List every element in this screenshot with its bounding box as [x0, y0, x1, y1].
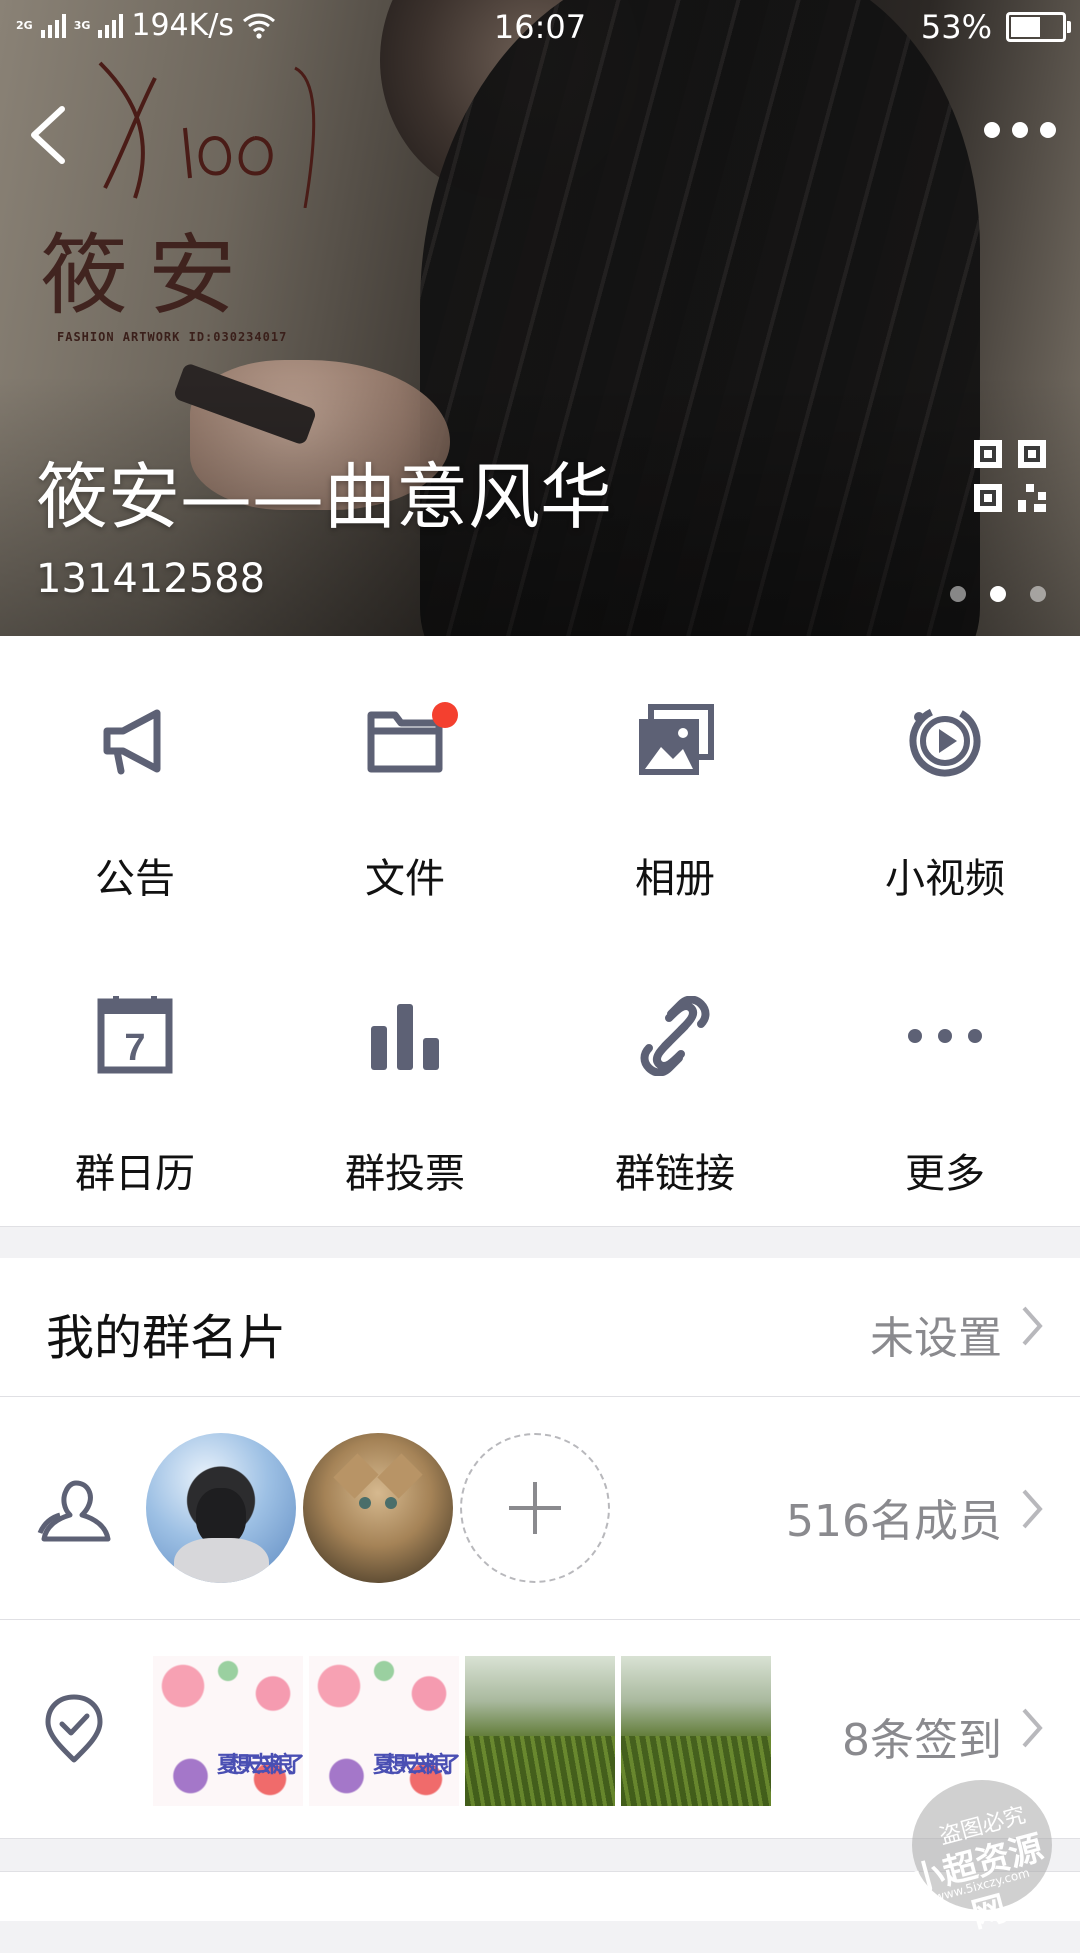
battery-icon	[1006, 12, 1071, 42]
feature-group-calendar[interactable]: 7 群日历	[0, 931, 270, 1226]
checkin-photo[interactable]: 夏天来了 想去浪	[309, 1656, 459, 1806]
location-check-icon	[45, 1694, 103, 1763]
artwork-caption: FASHION ARTWORK ID:030234017	[57, 330, 288, 344]
member-avatar[interactable]	[303, 1433, 453, 1583]
members-row[interactable]: 516名成员	[0, 1397, 1080, 1620]
page-dot	[990, 586, 1006, 602]
feature-album[interactable]: 相册	[540, 636, 810, 931]
page-indicator	[950, 586, 1046, 602]
feature-announcement[interactable]: 公告	[0, 636, 270, 931]
feature-group-link[interactable]: 群链接	[540, 931, 810, 1226]
album-icon	[639, 704, 714, 775]
feature-label: 群日历	[75, 1151, 195, 1197]
feature-label: 小视频	[885, 856, 1005, 902]
group-name: 筱安——曲意风华	[36, 455, 613, 539]
plus-icon	[509, 1482, 561, 1534]
feature-group-vote[interactable]: 群投票	[270, 931, 540, 1226]
my-group-card-row[interactable]: 我的群名片 未设置	[0, 1258, 1080, 1397]
artwork-calligraphy: 筱安	[40, 224, 257, 327]
group-id: 131412588	[36, 556, 266, 602]
members-icon	[37, 1480, 111, 1542]
checkin-photo[interactable]	[465, 1656, 615, 1806]
my-group-card-title: 我的群名片	[46, 1310, 287, 1366]
feature-label: 群投票	[345, 1151, 465, 1197]
megaphone-icon	[103, 709, 161, 775]
chevron-right-icon	[1022, 1306, 1043, 1346]
page-dot	[1030, 586, 1046, 602]
add-member-button[interactable]	[460, 1433, 610, 1583]
clock: 16:07	[493, 8, 587, 46]
feature-grid: 公告 文件 相册 小视频 7 群日历 群投票 群链接 更多	[0, 636, 1080, 1226]
checkin-photo[interactable]	[621, 1656, 771, 1806]
watermark-stamp: 盗图必究 小超资源网 www.5ixczy.com	[906, 1780, 1052, 1936]
bar-chart-icon	[371, 1004, 439, 1070]
calendar-icon: 7	[97, 996, 173, 1074]
qr-code-button[interactable]	[974, 440, 1046, 512]
checkin-row[interactable]: 夏天来了 想去浪 夏天来了 想去浪 8条签到	[0, 1620, 1080, 1839]
back-button[interactable]	[20, 95, 80, 175]
member-avatar[interactable]	[146, 1433, 296, 1583]
group-header-banner: 筱安 FASHION ARTWORK ID:030234017 2G 3G 19…	[0, 0, 1080, 636]
thumb-text-line: 想去浪	[383, 1753, 450, 1778]
my-group-card-value: 未设置	[870, 1313, 1002, 1364]
feature-label: 文件	[365, 856, 445, 902]
more-options-button[interactable]	[980, 110, 1060, 150]
page-dot	[950, 586, 966, 602]
thumb-text-line: 想去浪	[227, 1753, 294, 1778]
feature-more[interactable]: 更多	[810, 931, 1080, 1226]
feature-label: 公告	[95, 856, 175, 902]
feature-short-video[interactable]: 小视频	[810, 636, 1080, 931]
section-divider	[0, 1226, 1080, 1260]
files-new-badge	[432, 702, 458, 728]
feature-label: 群链接	[615, 1151, 735, 1197]
link-icon	[640, 996, 710, 1076]
feature-label: 更多	[905, 1151, 985, 1197]
svg-text:7: 7	[124, 1027, 145, 1069]
checkin-photo[interactable]: 夏天来了 想去浪	[153, 1656, 303, 1806]
chevron-right-icon	[1022, 1489, 1043, 1529]
checkin-count: 8条签到	[842, 1715, 1002, 1766]
battery-percent: 53%	[920, 8, 992, 46]
feature-files[interactable]: 文件	[270, 636, 540, 931]
chevron-right-icon	[1022, 1708, 1043, 1748]
status-bar: 2G 3G 194K/s 16:07 53%	[0, 0, 1080, 56]
video-icon	[909, 705, 981, 777]
more-icon	[908, 1029, 982, 1043]
member-count: 516名成员	[786, 1496, 1002, 1547]
feature-label: 相册	[635, 856, 715, 902]
artwork-latin-signature	[98, 61, 316, 208]
